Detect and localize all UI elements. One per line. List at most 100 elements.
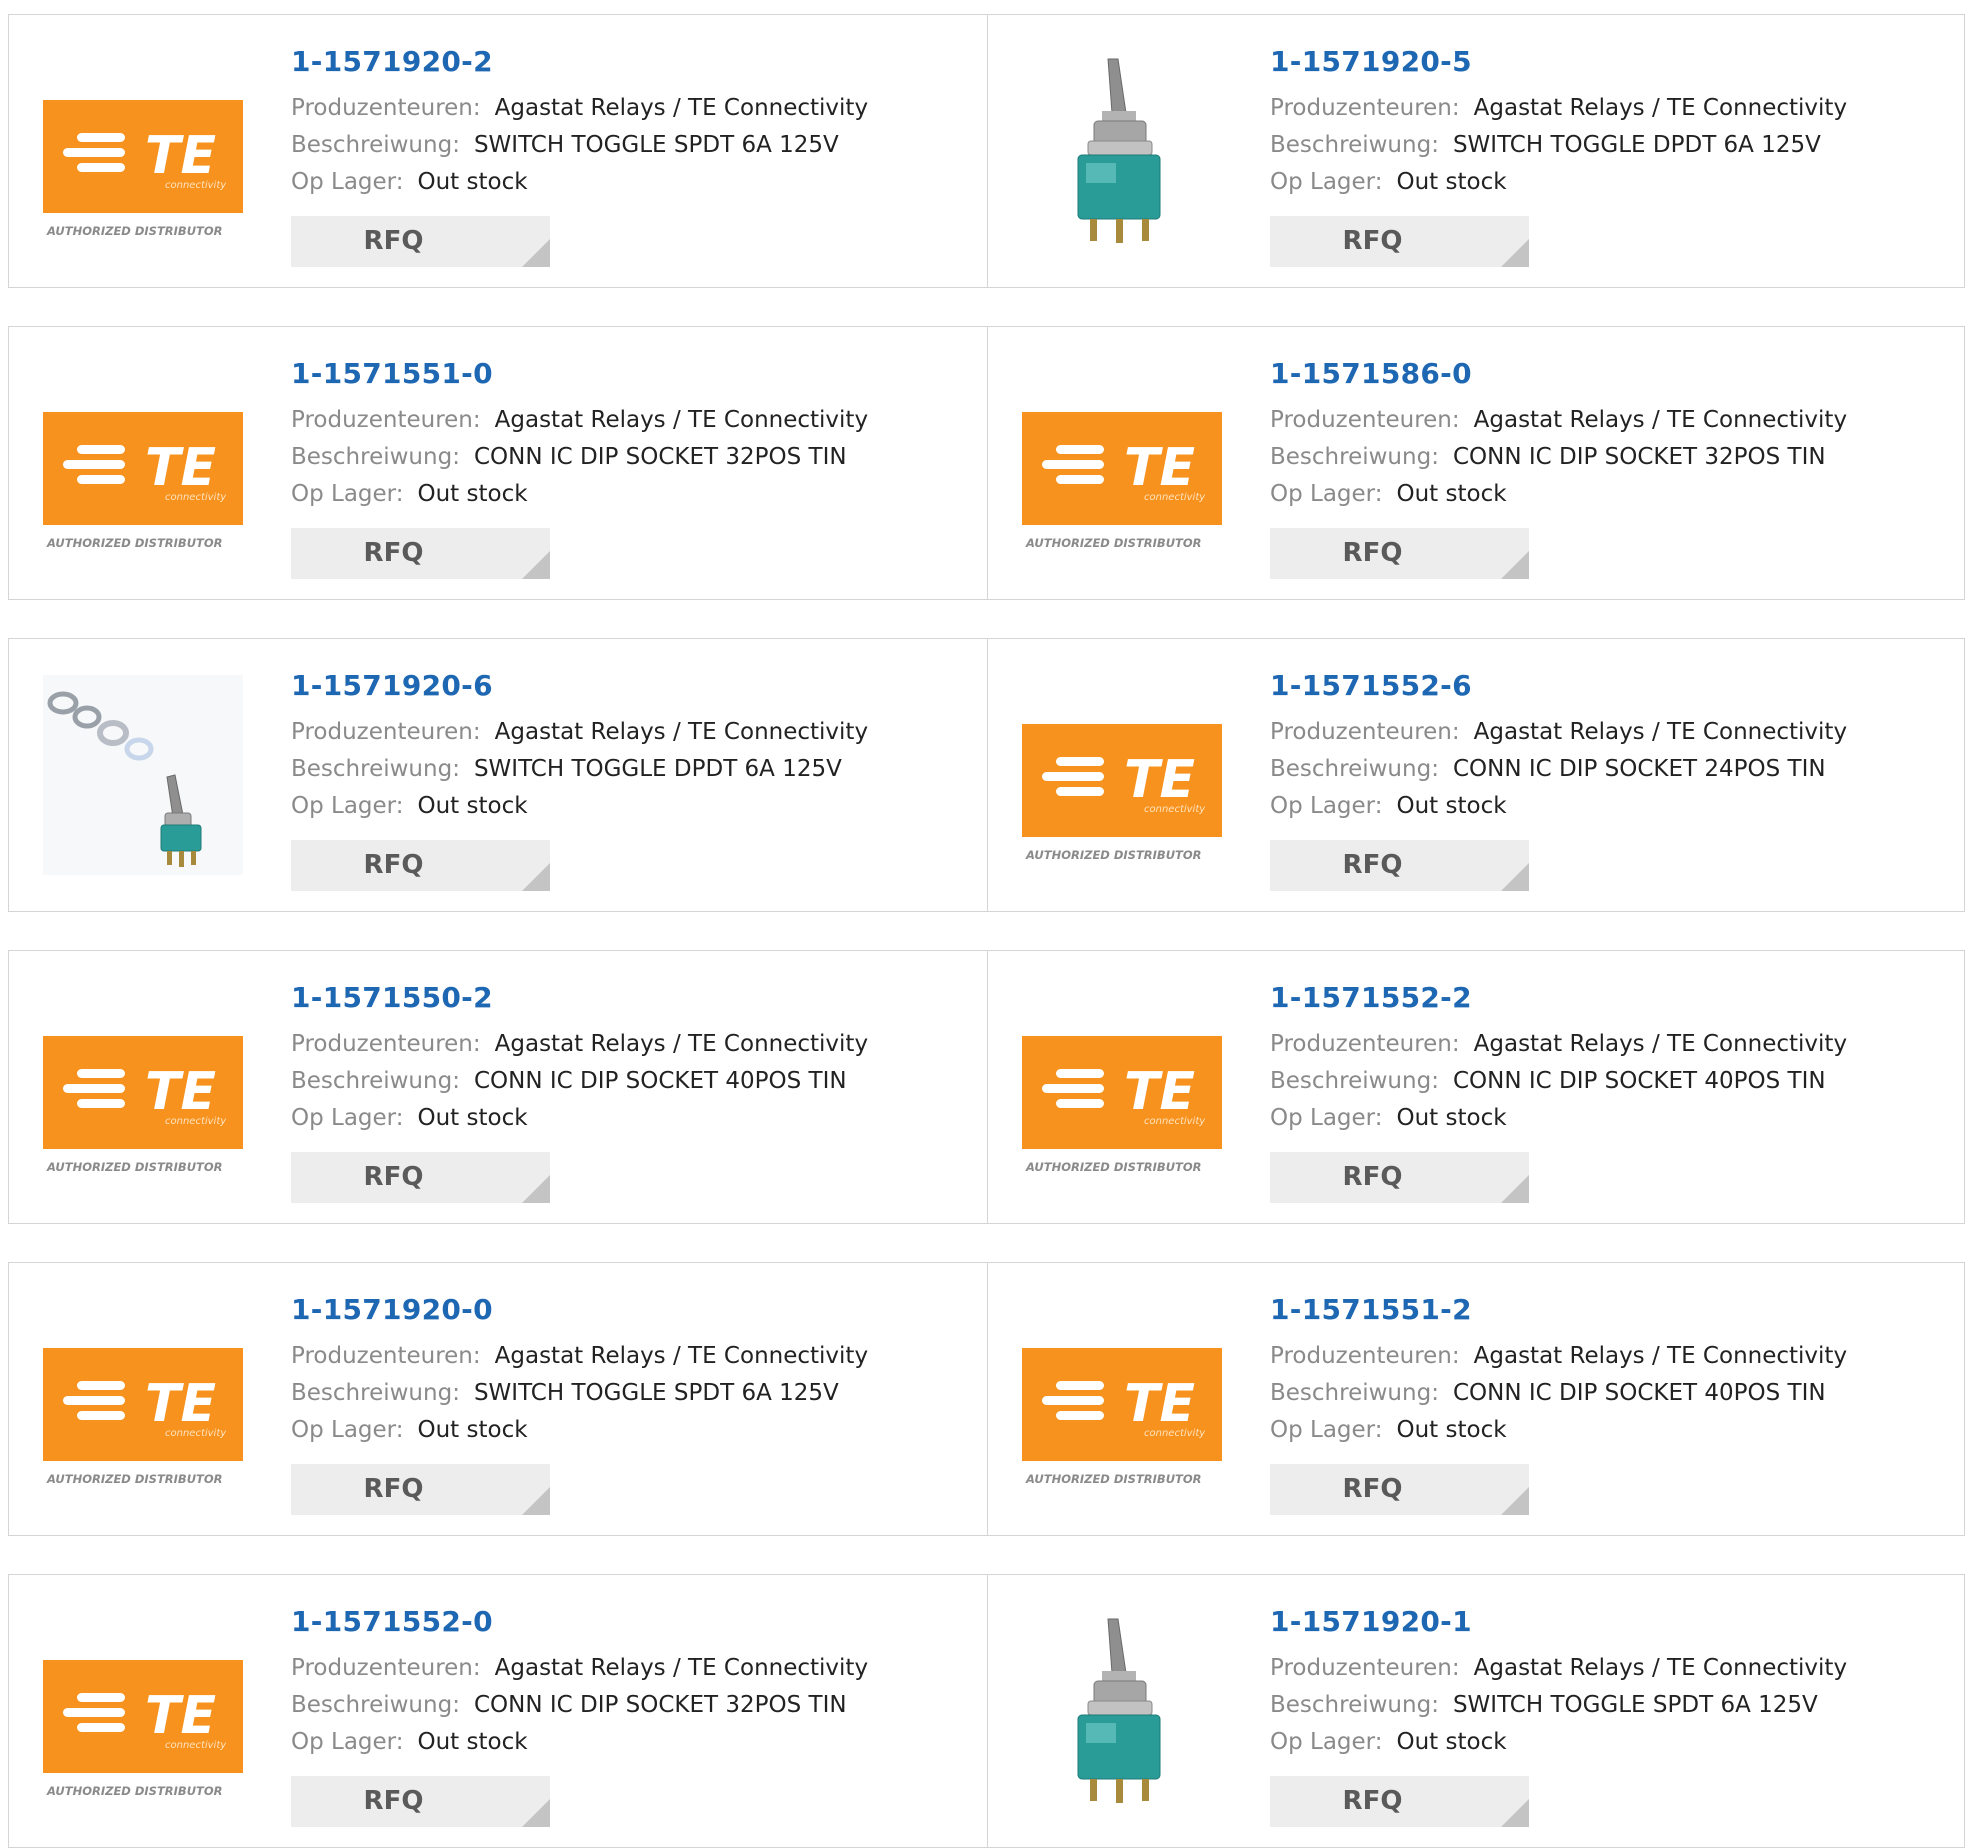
manufacturer-value: Agastat Relays / TE Connectivity [1473,1343,1848,1369]
stock-line: Op Lager: Out stock [291,169,528,195]
manufacturer-line: Produzenteuren: Agastat Relays / TE Conne… [1270,1031,1847,1057]
toggle-switch-kit-image[interactable] [43,675,243,875]
rfq-label: RFQ [363,1474,424,1504]
svg-text:AUTHORIZED DISTRIBUTOR: AUTHORIZED DISTRIBUTOR [1025,848,1202,862]
svg-text:connectivity: connectivity [165,1740,227,1751]
part-number-link[interactable]: 1-1571550-2 [291,981,493,1014]
manufacturer-line: Produzenteuren: Agastat Relays / TE Conne… [291,95,868,121]
corner-triangle-icon [522,1799,550,1827]
te-logo-image[interactable]: TE connectivity AUTHORIZED DISTRIBUTOR [1022,987,1222,1187]
stock-line: Op Lager: Out stock [1270,1729,1507,1755]
toggle-switch-image[interactable] [1022,1611,1222,1811]
te-logo-image[interactable]: TE connectivity AUTHORIZED DISTRIBUTOR [43,363,243,563]
svg-text:TE: TE [145,438,216,498]
rfq-button[interactable]: RFQ [291,1152,550,1203]
rfq-button[interactable]: RFQ [1270,528,1529,579]
part-number-link[interactable]: 1-1571920-2 [291,45,493,78]
svg-text:AUTHORIZED DISTRIBUTOR: AUTHORIZED DISTRIBUTOR [1025,1160,1202,1174]
svg-text:AUTHORIZED DISTRIBUTOR: AUTHORIZED DISTRIBUTOR [46,1472,223,1486]
description-label: Beschreiwung: [1270,756,1439,782]
description-value: SWITCH TOGGLE DPDT 6A 125V [1452,132,1821,158]
part-number-link[interactable]: 1-1571920-0 [291,1293,493,1326]
te-logo-image[interactable]: TE connectivity AUTHORIZED DISTRIBUTOR [43,1611,243,1811]
manufacturer-line: Produzenteuren: Agastat Relays / TE Conne… [291,1343,868,1369]
part-number-link[interactable]: 1-1571552-6 [1270,669,1472,702]
te-logo-image[interactable]: TE connectivity AUTHORIZED DISTRIBUTOR [43,987,243,1187]
te-logo-image[interactable]: TE connectivity AUTHORIZED DISTRIBUTOR [1022,675,1222,875]
rfq-button[interactable]: RFQ [291,1464,550,1515]
te-logo-image[interactable]: TE connectivity AUTHORIZED DISTRIBUTOR [1022,363,1222,563]
manufacturer-line: Produzenteuren: Agastat Relays / TE Conne… [291,1031,868,1057]
manufacturer-line: Produzenteuren: Agastat Relays / TE Conne… [291,719,868,745]
part-number-link[interactable]: 1-1571586-0 [1270,357,1472,390]
description-line: Beschreiwung: CONN IC DIP SOCKET 32POS TI… [1270,444,1826,470]
rfq-button[interactable]: RFQ [291,1776,550,1827]
manufacturer-label: Produzenteuren: [1270,95,1460,121]
te-logo-image[interactable]: TE connectivity AUTHORIZED DISTRIBUTOR [43,51,243,251]
stock-value: Out stock [417,793,528,819]
stock-label: Op Lager: [1270,1417,1383,1443]
svg-text:connectivity: connectivity [165,492,227,503]
product-row: TE connectivity AUTHORIZED DISTRIBUTOR 1… [8,1574,1965,1848]
description-label: Beschreiwung: [1270,1380,1439,1406]
stock-label: Op Lager: [291,1105,404,1131]
rfq-button[interactable]: RFQ [291,840,550,891]
rfq-button[interactable]: RFQ [1270,216,1529,267]
part-number-link[interactable]: 1-1571920-5 [1270,45,1472,78]
rfq-label: RFQ [1342,850,1403,880]
description-line: Beschreiwung: SWITCH TOGGLE DPDT 6A 125V [291,756,842,782]
svg-text:connectivity: connectivity [1144,492,1206,503]
product-card: TE connectivity AUTHORIZED DISTRIBUTOR 1… [9,1575,987,1847]
svg-text:AUTHORIZED DISTRIBUTOR: AUTHORIZED DISTRIBUTOR [1025,1472,1202,1486]
stock-value: Out stock [417,169,528,195]
product-card: TE connectivity AUTHORIZED DISTRIBUTOR 1… [987,639,1966,911]
svg-text:TE: TE [145,1686,216,1746]
rfq-button[interactable]: RFQ [291,528,550,579]
manufacturer-value: Agastat Relays / TE Connectivity [1473,719,1848,745]
part-number-link[interactable]: 1-1571551-2 [1270,1293,1472,1326]
product-card: TE connectivity AUTHORIZED DISTRIBUTOR 1… [987,951,1966,1223]
stock-line: Op Lager: Out stock [291,481,528,507]
part-number-link[interactable]: 1-1571920-1 [1270,1605,1472,1638]
rfq-button[interactable]: RFQ [291,216,550,267]
te-logo-image[interactable]: TE connectivity AUTHORIZED DISTRIBUTOR [43,1299,243,1499]
description-label: Beschreiwung: [1270,444,1439,470]
stock-label: Op Lager: [1270,1105,1383,1131]
description-line: Beschreiwung: SWITCH TOGGLE DPDT 6A 125V [1270,132,1821,158]
description-value: SWITCH TOGGLE SPDT 6A 125V [1452,1692,1818,1718]
description-value: CONN IC DIP SOCKET 32POS TIN [1452,444,1826,470]
part-number-link[interactable]: 1-1571551-0 [291,357,493,390]
description-value: CONN IC DIP SOCKET 32POS TIN [473,444,847,470]
manufacturer-line: Produzenteuren: Agastat Relays / TE Conne… [1270,407,1847,433]
toggle-switch-image[interactable] [1022,51,1222,251]
part-number-link[interactable]: 1-1571920-6 [291,669,493,702]
stock-line: Op Lager: Out stock [1270,1105,1507,1131]
product-row: TE connectivity AUTHORIZED DISTRIBUTOR 1… [8,14,1965,288]
rfq-label: RFQ [1342,538,1403,568]
rfq-button[interactable]: RFQ [1270,1776,1529,1827]
manufacturer-label: Produzenteuren: [1270,1031,1460,1057]
stock-label: Op Lager: [1270,793,1383,819]
rfq-button[interactable]: RFQ [1270,840,1529,891]
rfq-label: RFQ [1342,1162,1403,1192]
manufacturer-value: Agastat Relays / TE Connectivity [1473,407,1848,433]
rfq-button[interactable]: RFQ [1270,1464,1529,1515]
part-number-link[interactable]: 1-1571552-0 [291,1605,493,1638]
stock-value: Out stock [417,481,528,507]
product-card: 1-1571920-6 Produzenteuren: Agastat Relay… [9,639,987,911]
part-number-link[interactable]: 1-1571552-2 [1270,981,1472,1014]
manufacturer-line: Produzenteuren: Agastat Relays / TE Conne… [1270,95,1847,121]
corner-triangle-icon [1501,1175,1529,1203]
manufacturer-value: Agastat Relays / TE Connectivity [1473,1655,1848,1681]
manufacturer-value: Agastat Relays / TE Connectivity [494,95,869,121]
stock-value: Out stock [417,1417,528,1443]
description-label: Beschreiwung: [1270,1068,1439,1094]
rfq-label: RFQ [363,1786,424,1816]
description-value: CONN IC DIP SOCKET 40POS TIN [473,1068,847,1094]
rfq-button[interactable]: RFQ [1270,1152,1529,1203]
corner-triangle-icon [522,551,550,579]
te-logo-image[interactable]: TE connectivity AUTHORIZED DISTRIBUTOR [1022,1299,1222,1499]
stock-line: Op Lager: Out stock [291,1729,528,1755]
svg-text:TE: TE [1124,1062,1195,1122]
description-value: CONN IC DIP SOCKET 40POS TIN [1452,1068,1826,1094]
